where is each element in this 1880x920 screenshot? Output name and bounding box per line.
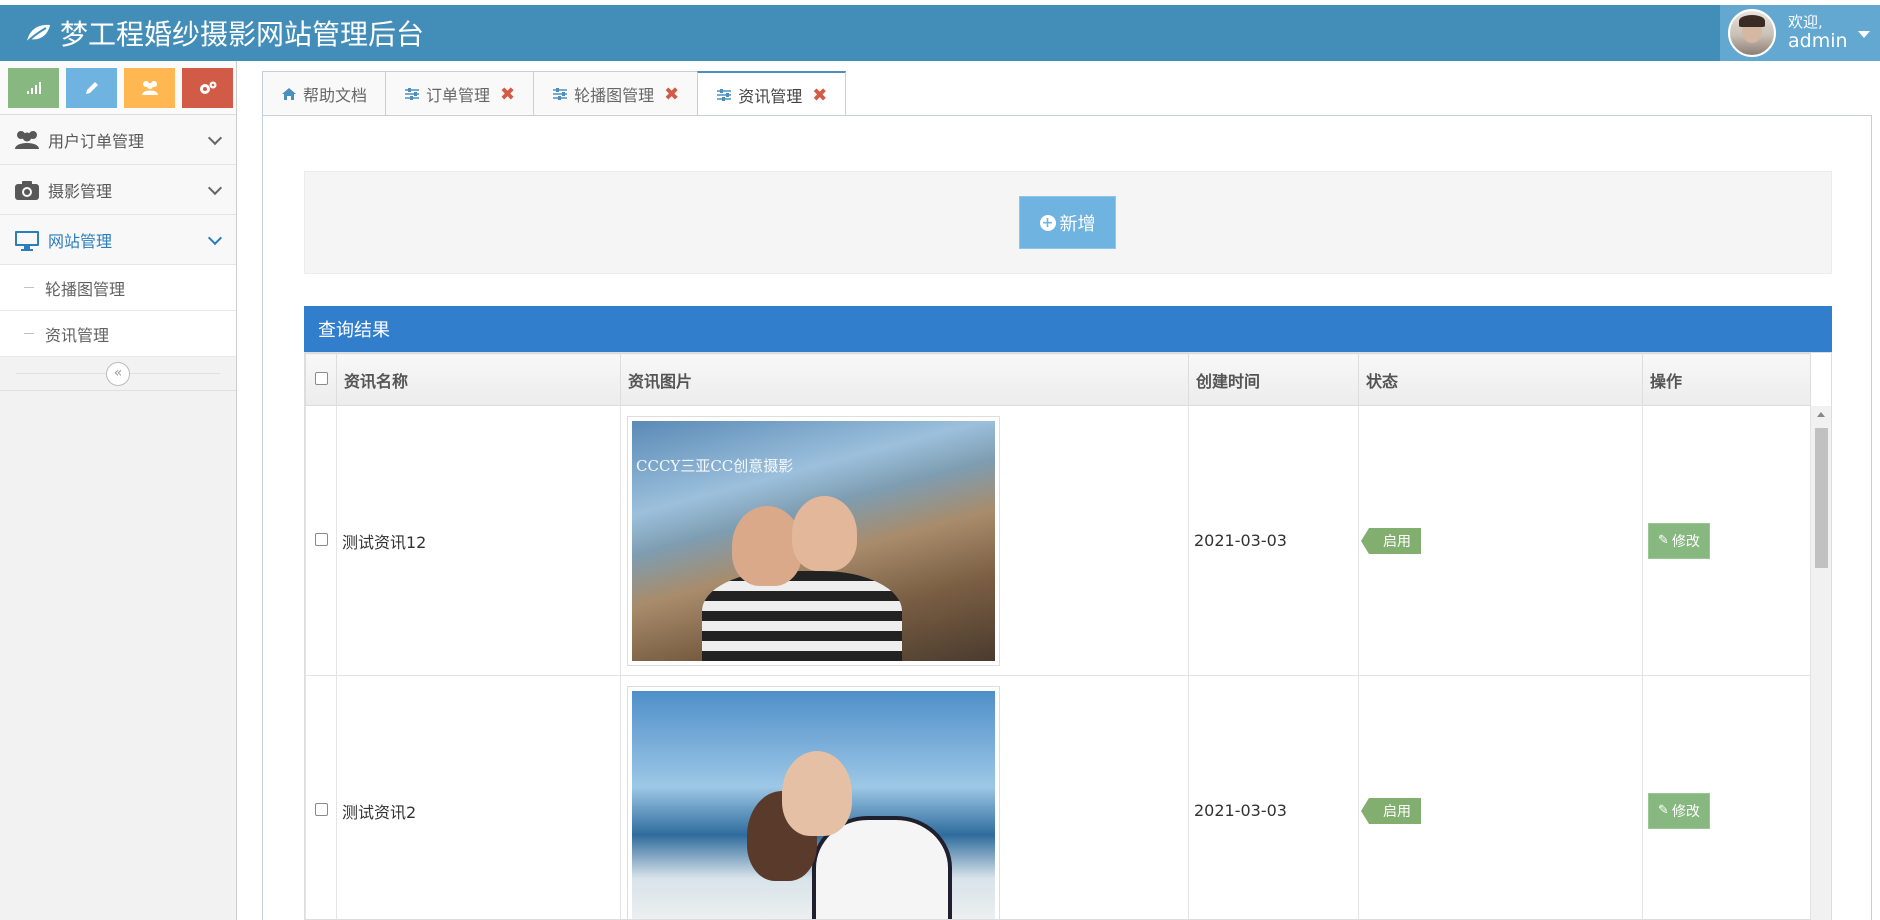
shortcut-cogs-button[interactable] [182,67,233,108]
tab-label: 帮助文档 [303,86,368,105]
news-image-cell: CCCY三亚CC创意摄影 [620,405,1189,676]
leaf-icon [25,24,50,44]
cogs-icon [199,81,216,94]
tab-label: 订单管理 [426,86,491,105]
created-date: 2021-03-03 [1188,675,1359,919]
edit-button-label: 修改 [1671,533,1700,550]
shortcut-users-button[interactable] [124,67,175,108]
select-all-cell [305,353,337,406]
add-button[interactable]: + 新增 [1019,196,1116,249]
table-row: 测试资讯12 CCCY三亚CC创意摄影 2021-03-03 启用 ✎ 修改 [305,405,1811,676]
shortcut-buttons [0,61,236,115]
users-icon [141,80,158,95]
news-name: 测试资讯2 [336,675,621,919]
row-checkbox[interactable] [314,803,328,816]
add-button-label: 新增 [1059,213,1096,235]
shortcut-signal-button[interactable] [8,67,59,108]
edit-button-label: 修改 [1671,803,1700,820]
signal-icon [26,81,41,94]
close-icon[interactable]: ✖ [664,84,679,105]
sidebar-subitem-carousel[interactable]: 轮播图管理 [0,265,236,311]
action-cell: ✎ 修改 [1642,675,1811,919]
row-select-cell [305,675,337,919]
avatar [1728,9,1776,57]
sidebar-item-website[interactable]: 网站管理 [0,215,236,265]
edit-button[interactable]: ✎ 修改 [1648,792,1710,829]
tab-label: 轮播图管理 [574,86,655,105]
sidebar-item-label: 摄影管理 [48,181,113,201]
results-title: 查询结果 [318,320,390,341]
sidebar-item-label: 用户订单管理 [48,131,145,151]
tab-help[interactable]: 帮助文档 [262,71,387,116]
tab-carousel[interactable]: 轮播图管理 ✖ [533,71,699,116]
column-header[interactable]: 资讯名称 [336,353,621,406]
tab-label: 资讯管理 [738,87,803,106]
sliders-icon [404,86,422,102]
vertical-scrollbar[interactable] [1811,406,1831,920]
news-name: 测试资讯12 [336,405,621,676]
toolbar: + 新增 [304,171,1832,274]
tab-bar: 帮助文档 订单管理 ✖ 轮播图管理 ✖ 资讯管理 ✖ [262,71,847,117]
tab-orders[interactable]: 订单管理 ✖ [385,71,535,116]
edit-button[interactable]: ✎ 修改 [1648,522,1710,559]
table-header-row: 资讯名称 资讯图片 创建时间 状态 操作 [305,353,1811,406]
sliders-icon [716,87,734,103]
chevron-down-icon [207,180,223,196]
sidebar-item-label: 网站管理 [48,231,113,251]
sidebar-item-photography[interactable]: 摄影管理 [0,165,236,215]
sliders-icon [552,86,570,102]
status-cell: 启用 [1358,405,1643,676]
users-icon [14,129,40,151]
chevron-down-icon [207,230,223,246]
shortcut-pencil-button[interactable] [66,67,117,108]
welcome-text: 欢迎, [1788,13,1823,31]
sidebar-collapse-bar: « [0,357,236,391]
close-icon[interactable]: ✖ [812,85,827,106]
status-badge: 启用 [1361,527,1421,554]
user-menu[interactable]: 欢迎, admin [1720,5,1880,61]
double-angle-left-icon[interactable]: « [106,362,130,386]
plus-circle-icon: + [1039,214,1056,231]
scrollbar-thumb[interactable] [1815,428,1828,568]
app-title: 梦工程婚纱摄影网站管理后台 [60,18,425,51]
sidebar-item-user-orders[interactable]: 用户订单管理 [0,115,236,165]
caret-down-icon[interactable] [1858,31,1870,38]
top-navbar: 梦工程婚纱摄影网站管理后台 欢迎, admin [0,5,1880,61]
column-header[interactable]: 操作 [1642,353,1811,406]
edit-icon: ✎ [1658,803,1669,818]
desktop-icon [14,229,40,251]
sidebar-subitem-news[interactable]: 资讯管理 [0,311,236,357]
action-cell: ✎ 修改 [1642,405,1811,676]
table-row: 测试资讯2 2021-03-03 启用 ✎ 修改 [305,675,1811,919]
scroll-up-arrow-icon[interactable] [1817,412,1825,417]
pencil-icon [85,81,98,94]
news-image-cell [620,675,1189,919]
username: admin [1788,30,1848,52]
column-header[interactable]: 创建时间 [1188,353,1359,406]
status-cell: 启用 [1358,675,1643,919]
row-checkbox[interactable] [314,533,328,546]
image-watermark: CCCY三亚CC创意摄影 [636,456,794,475]
chevron-down-icon [207,130,223,146]
camera-icon [14,179,40,201]
column-header[interactable]: 资讯图片 [620,353,1189,406]
edit-icon: ✎ [1658,533,1669,548]
news-image [627,685,1000,919]
select-all-checkbox[interactable] [314,372,328,385]
created-date: 2021-03-03 [1188,405,1359,676]
results-table: 资讯名称 资讯图片 创建时间 状态 操作 测试资讯12 CCCY三亚CC创意摄影… [304,352,1832,920]
news-image: CCCY三亚CC创意摄影 [627,415,1000,666]
status-badge: 启用 [1361,797,1421,824]
sidebar: 用户订单管理 摄影管理 网站管理 轮播图管理 资讯管理 « [0,61,237,920]
home-icon [281,86,299,102]
close-icon[interactable]: ✖ [500,84,515,105]
row-select-cell [305,405,337,676]
column-header[interactable]: 状态 [1358,353,1643,406]
results-header: 查询结果 [304,306,1832,352]
tab-news[interactable]: 资讯管理 ✖ [697,71,847,117]
brand[interactable]: 梦工程婚纱摄影网站管理后台 [24,5,424,61]
